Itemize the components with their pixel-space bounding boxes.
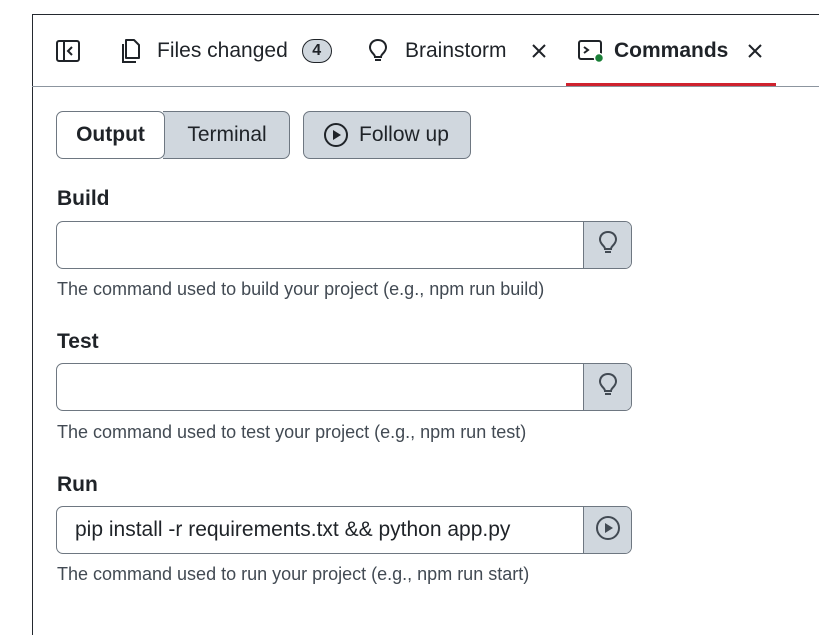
play-circle-icon — [595, 515, 621, 546]
lightbulb-icon — [598, 372, 618, 403]
tab-commands[interactable]: Commands — [577, 15, 728, 86]
tab-commands-close-button[interactable] — [746, 15, 764, 86]
tab-files-changed-label: Files changed — [157, 38, 288, 62]
close-icon — [746, 42, 764, 60]
close-icon — [530, 42, 548, 60]
build-command-input[interactable] — [57, 222, 583, 268]
run-command-button[interactable] — [583, 507, 631, 553]
terminal-tab-button[interactable]: Terminal — [163, 111, 290, 159]
build-label: Build — [57, 187, 110, 210]
sidebar-toggle-button[interactable] — [55, 15, 81, 86]
test-suggest-button[interactable] — [583, 364, 631, 410]
build-help-text: The command used to build your project (… — [57, 279, 545, 299]
run-field — [56, 506, 632, 554]
build-suggest-button[interactable] — [583, 222, 631, 268]
output-tab-button[interactable]: Output — [56, 111, 165, 159]
tab-brainstorm-label: Brainstorm — [405, 38, 507, 62]
play-circle-icon — [323, 122, 349, 148]
output-terminal-toggle: Output Terminal — [56, 111, 290, 159]
build-field — [56, 221, 632, 269]
files-changed-count-badge: 4 — [301, 38, 332, 63]
tabbar-divider — [32, 86, 819, 87]
test-command-input[interactable] — [57, 364, 583, 410]
left-border — [32, 14, 33, 635]
tab-brainstorm-close-button[interactable] — [530, 15, 548, 86]
run-command-input[interactable] — [57, 507, 583, 553]
tab-bar: Files changed 4 Brainstorm Commands — [33, 15, 819, 86]
test-field — [56, 363, 632, 411]
tab-files-changed[interactable]: Files changed 4 — [120, 15, 332, 86]
run-label: Run — [57, 473, 98, 496]
tab-brainstorm[interactable]: Brainstorm — [368, 15, 507, 86]
follow-up-button[interactable]: Follow up — [303, 111, 471, 159]
run-help-text: The command used to run your project (e.… — [57, 564, 530, 584]
file-icon — [120, 38, 142, 64]
test-help-text: The command used to test your project (e… — [57, 422, 527, 442]
lightbulb-icon — [368, 38, 388, 64]
follow-up-label: Follow up — [359, 123, 449, 146]
test-label: Test — [57, 330, 99, 353]
sidebar-toggle-icon — [55, 39, 81, 63]
tab-commands-label: Commands — [614, 38, 729, 62]
terminal-icon — [577, 38, 605, 64]
lightbulb-icon — [598, 230, 618, 261]
active-tab-indicator — [566, 83, 776, 86]
